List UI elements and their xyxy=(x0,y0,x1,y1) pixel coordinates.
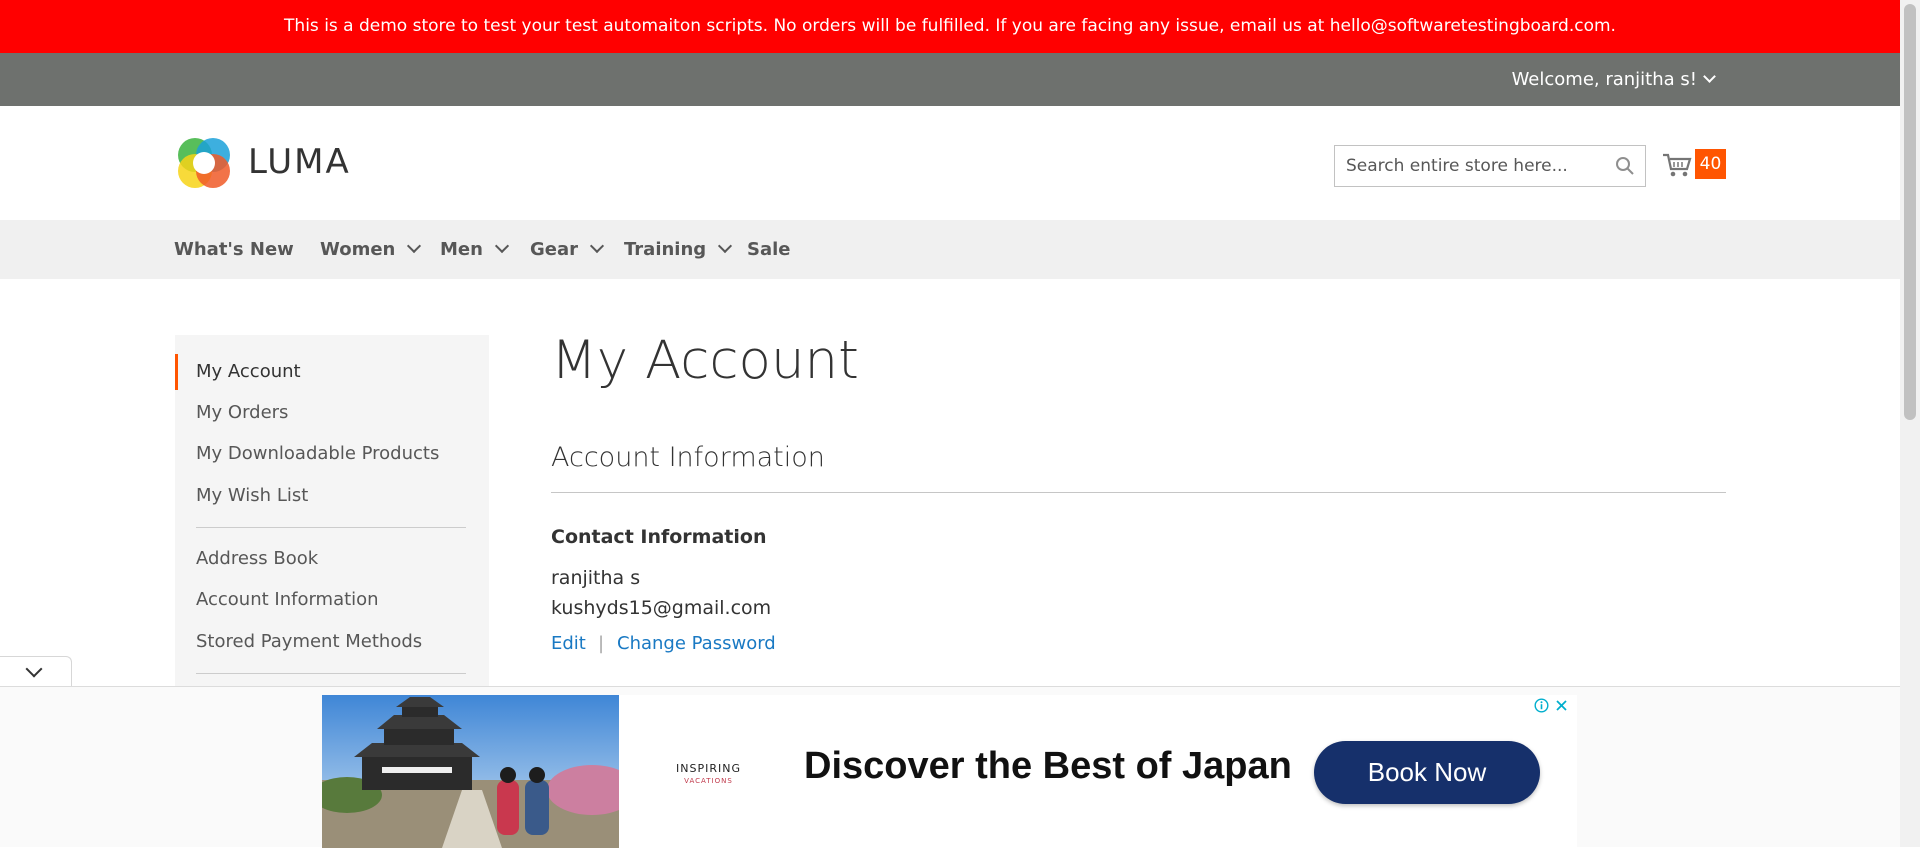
nav-item-label: Gear xyxy=(530,239,579,260)
nav-item-women[interactable]: Women xyxy=(320,220,422,279)
demo-store-banner: This is a demo store to test your test a… xyxy=(0,0,1900,53)
section-title: Account Information xyxy=(551,442,825,473)
ad-collapse-toggle[interactable] xyxy=(0,656,72,686)
contact-info-heading: Contact Information xyxy=(551,526,767,548)
page-scrollbar[interactable] xyxy=(1900,0,1920,847)
sidebar-item-address-book[interactable]: Address Book xyxy=(175,541,489,577)
search-input[interactable] xyxy=(1335,146,1605,186)
cart-icon xyxy=(1663,153,1692,177)
ad-headline[interactable]: Discover the Best of Japan xyxy=(804,745,1292,788)
ad-brand-line2: VACATIONS xyxy=(684,777,733,785)
chevron-down-icon xyxy=(25,660,43,678)
nav-item-men[interactable]: Men xyxy=(440,220,510,279)
top-bar: Welcome, ranjitha s! xyxy=(0,53,1900,106)
customer-email: kushyds15@gmail.com xyxy=(551,597,772,619)
section-divider xyxy=(551,492,1726,493)
chevron-down-icon xyxy=(407,238,422,254)
nav-item-label: Training xyxy=(624,239,707,260)
nav-item-whats-new[interactable]: What's New xyxy=(174,220,294,279)
minicart[interactable]: 40 xyxy=(1662,146,1726,182)
site-header: LUMA 40 xyxy=(0,106,1900,220)
search-box xyxy=(1334,145,1646,187)
luma-logo-icon[interactable] xyxy=(175,133,235,193)
link-separator: | xyxy=(598,633,605,654)
ad-bar: INSPIRING VACATIONS Discover the Best of… xyxy=(0,686,1900,848)
nav-item-training[interactable]: Training xyxy=(624,220,733,279)
scrollbar-thumb[interactable] xyxy=(1904,4,1916,420)
ad-brand-logo[interactable]: INSPIRING VACATIONS xyxy=(676,763,741,787)
page-title: My Account xyxy=(551,330,859,391)
welcome-text: Welcome, ranjitha s! xyxy=(1511,69,1697,90)
sidebar-item-my-orders[interactable]: My Orders xyxy=(175,395,489,431)
sidebar-divider xyxy=(196,527,466,528)
chevron-down-icon xyxy=(718,238,733,254)
sidebar-item-wish-list[interactable]: My Wish List xyxy=(175,478,489,514)
ad-photo-japan-castle[interactable] xyxy=(322,695,619,848)
ad-close-icon[interactable] xyxy=(1554,698,1569,713)
nav-item-label: Men xyxy=(440,239,483,260)
customer-name: ranjitha s xyxy=(551,567,641,589)
ad-brand-line1: INSPIRING xyxy=(676,762,741,775)
sidebar-item-downloadable-products[interactable]: My Downloadable Products xyxy=(175,436,489,472)
welcome-menu[interactable]: Welcome, ranjitha s! xyxy=(1511,53,1716,106)
sidebar-item-stored-payment-methods[interactable]: Stored Payment Methods xyxy=(175,624,489,660)
cart-count-badge: 40 xyxy=(1695,149,1726,179)
sidebar-divider xyxy=(196,673,466,674)
change-password-link[interactable]: Change Password xyxy=(617,633,776,654)
chevron-down-icon xyxy=(1703,70,1716,83)
main-nav: What's New Women Men Gear Training Sale xyxy=(0,220,1900,279)
edit-link[interactable]: Edit xyxy=(551,633,586,654)
ad-info-icon[interactable] xyxy=(1534,698,1549,713)
nav-item-label: Sale xyxy=(747,239,791,260)
sidebar-item-my-account[interactable]: My Account xyxy=(175,354,489,390)
search-icon[interactable] xyxy=(1615,156,1635,176)
nav-item-label: What's New xyxy=(174,239,294,260)
sidebar-item-account-information[interactable]: Account Information xyxy=(175,582,489,618)
logo-text[interactable]: LUMA xyxy=(248,142,351,182)
nav-item-label: Women xyxy=(320,239,396,260)
advertisement[interactable]: INSPIRING VACATIONS Discover the Best of… xyxy=(322,695,1577,848)
account-sidebar: My Account My Orders My Downloadable Pro… xyxy=(175,335,489,695)
chevron-down-icon xyxy=(494,238,510,254)
chevron-down-icon xyxy=(589,238,605,254)
nav-item-gear[interactable]: Gear xyxy=(530,220,605,279)
ad-book-now-button[interactable]: Book Now xyxy=(1314,741,1540,804)
nav-item-sale[interactable]: Sale xyxy=(747,220,791,279)
